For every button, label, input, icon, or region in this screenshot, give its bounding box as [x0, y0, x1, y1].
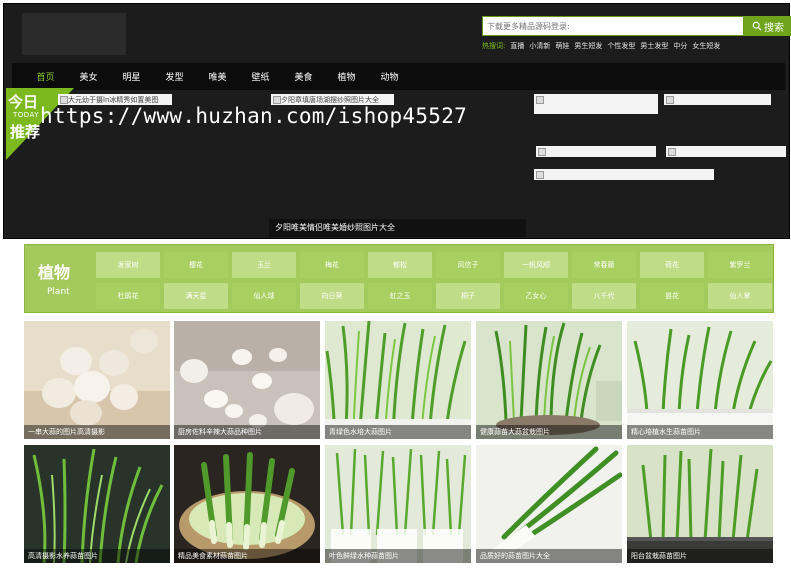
photo-card[interactable]: 叶色鲜绿水种蒜苗图片: [325, 445, 471, 563]
nav-item-hairstyle[interactable]: 发型: [153, 70, 196, 83]
banner-image-link[interactable]: [666, 146, 786, 157]
category-item[interactable]: 虹之玉: [368, 283, 432, 309]
category-subtitle: Plant: [47, 287, 70, 297]
potted-sprouts-photo-icon: [476, 321, 622, 439]
photo-caption: 厨房佐料辛辣大蒜品种图片: [174, 425, 320, 439]
main-nav: 首页 美女 明星 发型 唯美 壁纸 美食 植物 动物: [12, 63, 785, 90]
hot-search-row: 热搜词: 直播 小清新 萌娃 男生短发 个性发型 男士发型 中分 女生短发: [482, 41, 791, 53]
search-button[interactable]: 搜索: [744, 16, 791, 36]
garlic-bulb-photo-icon: [24, 321, 170, 439]
photo-card[interactable]: 精品美食素材蒜苗图片: [174, 445, 320, 563]
photo-caption: 品质好的蒜苗图片大全: [476, 549, 622, 563]
photo-caption: 精品美食素材蒜苗图片: [174, 549, 320, 563]
category-item[interactable]: 玉兰: [232, 252, 296, 278]
garlic-cloves-photo-icon: [174, 321, 320, 439]
category-item[interactable]: 向日葵: [300, 283, 364, 309]
hot-link[interactable]: 个性发型: [607, 41, 635, 53]
category-item[interactable]: 荷花: [640, 252, 704, 278]
scallion-basket-photo-icon: [174, 445, 320, 563]
category-title: 植物: [38, 263, 71, 282]
white-pot-sprouts-photo-icon: [627, 321, 773, 439]
photo-card[interactable]: 品质好的蒜苗图片大全: [476, 445, 622, 563]
photo-card[interactable]: 青绿色水培大蒜图片: [325, 321, 471, 439]
category-item[interactable]: 乙女心: [504, 283, 568, 309]
category-item[interactable]: 仙人掌: [708, 283, 772, 309]
hot-link[interactable]: 小清新: [529, 41, 550, 53]
photo-card[interactable]: 一串大蒜的图片高清摄影: [24, 321, 170, 439]
category-item[interactable]: 郁松: [368, 252, 432, 278]
recommend-label: 推荐: [10, 123, 41, 141]
photo-caption: 叶色鲜绿水种蒜苗图片: [325, 549, 471, 563]
nav-item-home[interactable]: 首页: [24, 70, 67, 83]
category-item[interactable]: 樱花: [164, 252, 228, 278]
hot-link[interactable]: 女生短发: [692, 41, 720, 53]
category-item[interactable]: 八千代: [572, 283, 636, 309]
hot-link[interactable]: 萌娃: [555, 41, 569, 53]
photo-card[interactable]: 健康蒜苗大蒜盆栽图片: [476, 321, 622, 439]
nav-item-stars[interactable]: 明星: [110, 70, 153, 83]
leek-bundle-photo-icon: [476, 445, 622, 563]
plant-category-panel: 植物 Plant 发家树 樱花 玉兰 梅花 郁松 风信子 一帆风顺 常春藤 荷花…: [24, 244, 774, 313]
nav-item-plants[interactable]: 植物: [325, 70, 368, 83]
photo-card[interactable]: 阳台盆栽蒜苗图片: [627, 445, 773, 563]
hot-link[interactable]: 男生短发: [574, 41, 602, 53]
nav-item-animals[interactable]: 动物: [368, 70, 411, 83]
banner-image-link[interactable]: [534, 94, 658, 114]
search-button-label: 搜索: [764, 22, 784, 34]
nav-item-beauty[interactable]: 美女: [67, 70, 110, 83]
nav-item-aesthetic[interactable]: 唯美: [196, 70, 239, 83]
nav-item-wallpaper[interactable]: 壁纸: [239, 70, 282, 83]
photo-card[interactable]: 精心培植水生蒜苗图片: [627, 321, 773, 439]
hot-link[interactable]: 中分: [673, 41, 687, 53]
hot-link[interactable]: 男士发型: [640, 41, 668, 53]
category-item[interactable]: 杜鹃花: [96, 283, 160, 309]
water-glass-sprouts-photo-icon: [325, 445, 471, 563]
hot-link[interactable]: 直播: [510, 41, 524, 53]
green-sprouts-photo-icon: [325, 321, 471, 439]
search-icon: [752, 21, 762, 31]
hot-search-label: 热搜词:: [482, 42, 506, 50]
search-input[interactable]: [482, 16, 744, 36]
category-item[interactable]: 一帆风顺: [504, 252, 568, 278]
category-item[interactable]: 风信子: [436, 252, 500, 278]
photo-caption: 一串大蒜的图片高清摄影: [24, 425, 170, 439]
photo-caption: 高清摄影水养蒜苗图片: [24, 549, 170, 563]
category-item[interactable]: 常春藤: [572, 252, 636, 278]
today-label: 今日: [8, 93, 39, 111]
photo-caption: 青绿色水培大蒜图片: [325, 425, 471, 439]
site-logo[interactable]: [22, 13, 126, 55]
nav-item-food[interactable]: 美食: [282, 70, 325, 83]
category-item[interactable]: 发家树: [96, 252, 160, 278]
banner-image-link[interactable]: [536, 146, 656, 157]
photo-card[interactable]: 厨房佐料辛辣大蒜品种图片: [174, 321, 320, 439]
today-label-en: TODAY: [13, 111, 40, 119]
category-item[interactable]: 仙人球: [232, 283, 296, 309]
photo-caption: 健康蒜苗大蒜盆栽图片: [476, 425, 622, 439]
banner-image-link[interactable]: [534, 169, 714, 180]
category-item[interactable]: 昙花: [640, 283, 704, 309]
watermark-url: https://www.huzhan.com/ishop45527: [40, 104, 468, 128]
category-item[interactable]: 梅花: [300, 252, 364, 278]
photo-caption: 阳台盆栽蒜苗图片: [627, 549, 773, 563]
category-item[interactable]: 桐子: [436, 283, 500, 309]
balcony-sprouts-photo-icon: [627, 445, 773, 563]
category-item[interactable]: 满天星: [164, 283, 228, 309]
banner-image-link[interactable]: [664, 94, 771, 105]
photo-card[interactable]: 高清摄影水养蒜苗图片: [24, 445, 170, 563]
banner-caption[interactable]: 夕阳唯美情侣唯美婚纱照图片大全: [269, 219, 526, 237]
photo-caption: 精心培植水生蒜苗图片: [627, 425, 773, 439]
category-grid: 发家树 樱花 玉兰 梅花 郁松 风信子 一帆风顺 常春藤 荷花 紫罗兰 杜鹃花 …: [96, 252, 772, 309]
category-item[interactable]: 紫罗兰: [708, 252, 772, 278]
dark-sprouts-photo-icon: [24, 445, 170, 563]
